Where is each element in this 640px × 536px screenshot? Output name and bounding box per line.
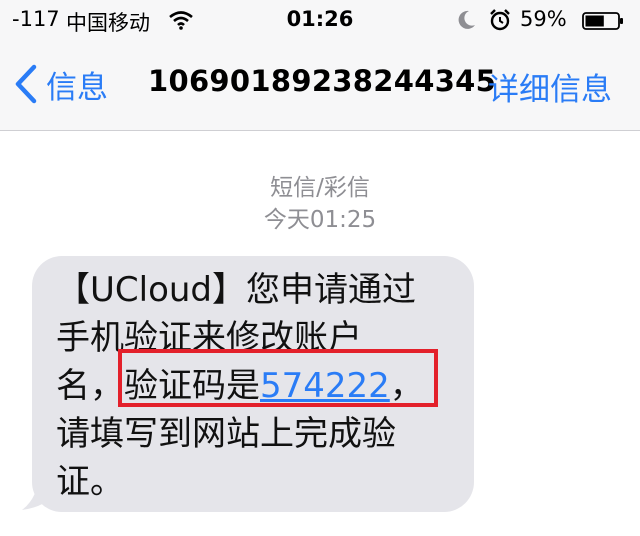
message-line: 证。 [56, 462, 124, 502]
back-button[interactable]: 信息 [14, 64, 108, 106]
message-line: 【UCloud】您申请通过 [56, 270, 417, 310]
battery-icon [582, 11, 624, 30]
moon-icon [455, 9, 477, 36]
highlight-box [118, 349, 438, 407]
top-bar: -117 中国移动 01:26 59% 信息 10690189238244345… [0, 0, 640, 131]
details-button[interactable]: 详细信息 [488, 64, 612, 109]
message-timestamp: 今天01:25 [263, 207, 377, 233]
message-type-label: 短信/彩信 [270, 175, 370, 201]
back-label: 信息 [46, 69, 108, 106]
contact-title: 10690189238244345 [148, 64, 497, 98]
message-line: 请填写到网站上完成验 [56, 414, 396, 454]
alarm-icon [488, 8, 512, 37]
status-bar: -117 中国移动 01:26 59% [0, 0, 640, 40]
message-line3-prefix: 名， [56, 366, 124, 406]
battery-percent: 59% [520, 7, 567, 31]
chevron-left-icon [15, 64, 37, 104]
